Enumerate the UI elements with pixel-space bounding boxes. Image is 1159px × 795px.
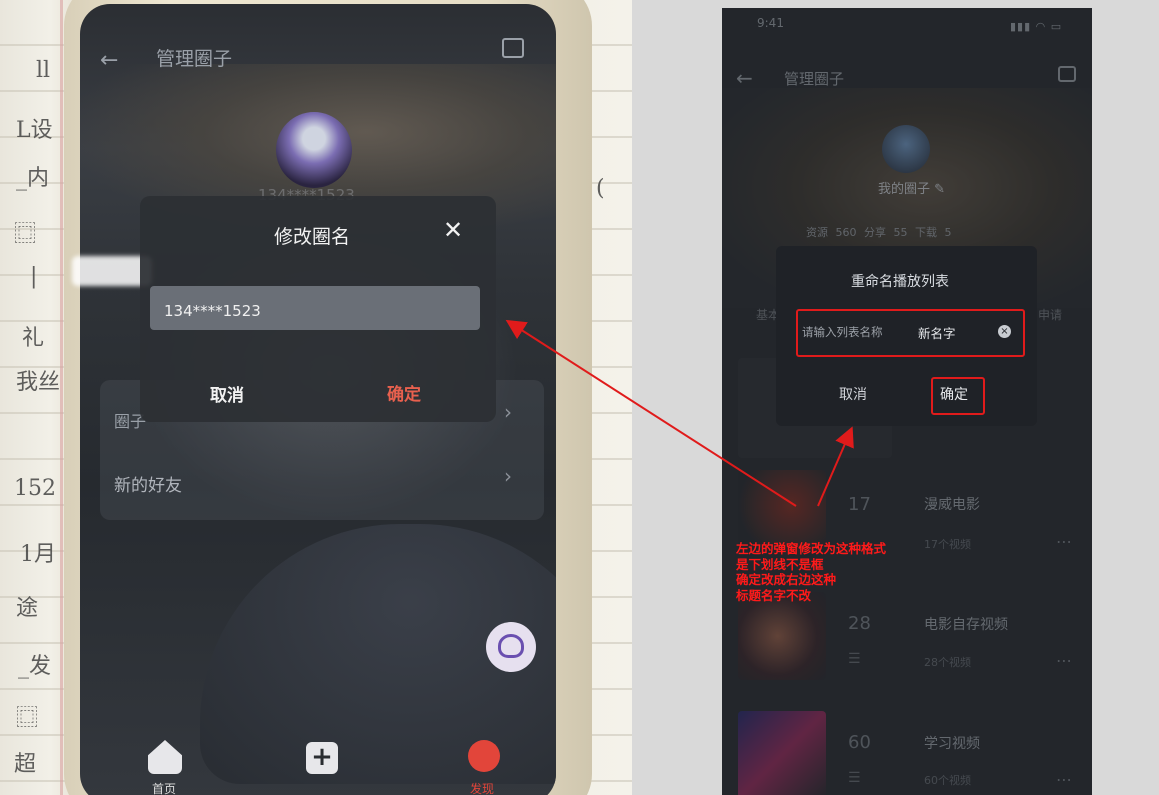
handwriting: 1月 xyxy=(20,542,56,567)
page-title: 管理圈子 xyxy=(156,48,233,70)
add-button[interactable]: + xyxy=(306,742,338,774)
chevron-right-icon: › xyxy=(504,400,512,424)
cancel-button[interactable]: 取消 xyxy=(839,384,867,404)
chevron-right-icon: › xyxy=(504,464,512,488)
annotation-line: 标题名字不改 xyxy=(736,587,812,603)
tab-home[interactable]: 首页 xyxy=(152,780,176,795)
mail-icon[interactable] xyxy=(502,38,524,58)
cancel-button[interactable]: 取消 xyxy=(210,381,244,406)
handwriting: 超 xyxy=(14,752,37,777)
dialog-title: 修改圈名 xyxy=(274,226,351,248)
handwriting: 我丝 xyxy=(16,370,61,395)
headset-icon xyxy=(498,634,524,658)
handwriting: ( xyxy=(596,176,605,201)
handwriting: _内 xyxy=(16,166,50,191)
handwriting: 152 xyxy=(14,476,56,501)
highlight-box-confirm xyxy=(931,377,985,415)
name-input-value[interactable]: 134****1523 xyxy=(164,302,261,320)
avatar xyxy=(276,112,352,188)
dialog-title: 重命名播放列表 xyxy=(851,274,949,290)
annotation-note: 左边的弹窗修改为这种格式 是下划线不是框 确定改成右边这种 标题名字不改 xyxy=(736,541,886,603)
annotation-line: 左边的弹窗修改为这种格式 xyxy=(736,541,887,556)
handwriting: ⿴ xyxy=(14,222,37,247)
back-arrow-icon[interactable]: ← xyxy=(100,48,118,73)
annotation-line: 确定改成右边这种 xyxy=(736,572,837,587)
handwriting: 途 xyxy=(16,596,39,621)
handwriting: L设 xyxy=(16,118,53,143)
confirm-button[interactable]: 确定 xyxy=(387,380,421,405)
handwriting: ⿴ xyxy=(16,706,39,731)
highlight-box-input xyxy=(796,309,1025,357)
close-icon[interactable]: ✕ xyxy=(443,216,463,244)
handwriting: _发 xyxy=(18,654,52,679)
handwriting: ll xyxy=(36,58,51,83)
handwriting: | xyxy=(30,264,38,289)
notebook-margin xyxy=(60,0,63,795)
canvas: ll L设 _内 ⿴ | 礼 我丝 152 1月 途 _发 ⿴ 超 ( 运 ← … xyxy=(0,0,1159,795)
annotation-line: 是下划线不是框 xyxy=(736,556,824,572)
list-item-new-friends[interactable]: 新的好友 xyxy=(114,471,182,496)
design-mockup: 9:41 ▮▮▮ ◠ ▭ ← 管理圈子 我的圈子 ✎ 资源 560 分享 55 … xyxy=(722,8,1092,795)
discover-icon[interactable] xyxy=(468,740,500,772)
tab-discover[interactable]: 发现 xyxy=(470,780,494,795)
handwriting: 礼 xyxy=(22,326,45,351)
